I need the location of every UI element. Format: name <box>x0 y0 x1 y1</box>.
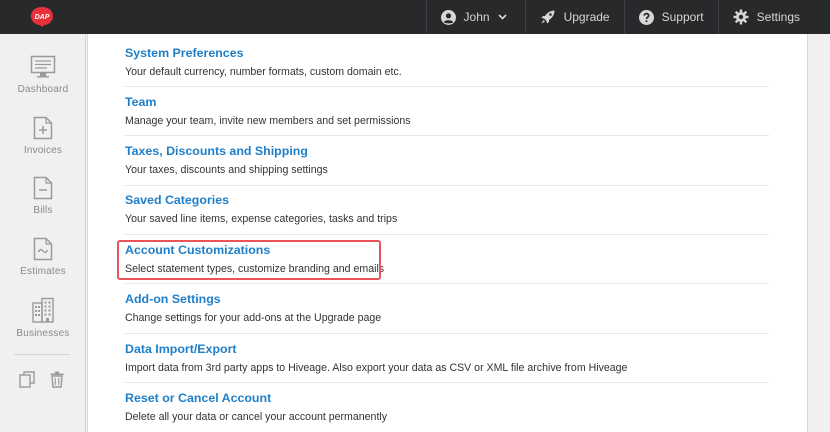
sidebar: Dashboard Invoices Bills Estimates Busin… <box>0 34 86 432</box>
section-title[interactable]: Saved Categories <box>125 193 229 207</box>
right-gutter <box>808 34 830 432</box>
section-description: Your taxes, discounts and shipping setti… <box>125 164 328 176</box>
sidebar-item-label: Bills <box>33 205 53 216</box>
section-title[interactable]: Reset or Cancel Account <box>125 391 271 405</box>
help-icon <box>638 9 654 25</box>
chevron-down-icon <box>498 14 507 20</box>
settings-row-data-import-export[interactable]: Data Import/Export Import data from 3rd … <box>125 334 769 383</box>
sidebar-item-label: Dashboard <box>17 84 69 95</box>
sidebar-item-label: Invoices <box>23 145 63 156</box>
sidebar-item-bills[interactable]: Bills <box>0 176 86 216</box>
trash-icon <box>50 371 64 388</box>
sidebar-item-label: Estimates <box>20 266 66 277</box>
user-name: John <box>463 10 490 24</box>
svg-text:DAP: DAP <box>35 14 50 21</box>
settings-row-reset-cancel[interactable]: Reset or Cancel Account Delete all your … <box>125 383 769 432</box>
top-bar: DAP John Upgrade Support Settings <box>0 0 830 34</box>
section-title[interactable]: Data Import/Export <box>125 342 237 356</box>
section-title[interactable]: Taxes, Discounts and Shipping <box>125 144 308 158</box>
section-description: Your default currency, number formats, c… <box>125 66 402 78</box>
section-description: Change settings for your add-ons at the … <box>125 312 382 324</box>
sidebar-item-invoices[interactable]: Invoices <box>0 116 86 156</box>
invoice-icon <box>33 116 53 140</box>
settings-row-team[interactable]: Team Manage your team, invite new member… <box>125 87 769 136</box>
section-title[interactable]: Add-on Settings <box>125 292 221 306</box>
section-description: Your saved line items, expense categorie… <box>125 213 398 225</box>
copy-icon <box>19 371 35 388</box>
section-description: Delete all your data or cancel your acco… <box>125 411 388 423</box>
app-logo[interactable]: DAP <box>30 6 54 28</box>
user-avatar-icon <box>440 9 456 25</box>
upgrade-label: Upgrade <box>563 10 610 24</box>
sidebar-item-businesses[interactable]: Businesses <box>0 297 86 339</box>
section-title[interactable]: System Preferences <box>125 46 243 60</box>
settings-row-taxes[interactable]: Taxes, Discounts and Shipping Your taxes… <box>125 136 769 186</box>
support-link[interactable]: Support <box>623 0 718 34</box>
settings-link[interactable]: Settings <box>717 0 830 34</box>
sidebar-item-dashboard[interactable]: Dashboard <box>0 55 86 95</box>
copy-button[interactable] <box>19 371 35 393</box>
user-menu[interactable]: John <box>425 0 525 34</box>
settings-row-addon-settings[interactable]: Add-on Settings Change settings for your… <box>125 284 769 334</box>
support-label: Support <box>661 10 704 24</box>
section-description: Manage your team, invite new members and… <box>125 115 411 127</box>
rocket-icon <box>541 10 555 24</box>
settings-panel: System Preferences Your default currency… <box>87 34 808 432</box>
upgrade-link[interactable]: Upgrade <box>524 0 624 34</box>
section-description: Import data from 3rd party apps to Hivea… <box>125 362 628 374</box>
sidebar-item-estimates[interactable]: Estimates <box>0 237 86 277</box>
bill-icon <box>33 176 53 200</box>
settings-row-saved-categories[interactable]: Saved Categories Your saved line items, … <box>125 186 769 235</box>
sidebar-divider <box>14 354 70 355</box>
gear-icon <box>733 9 749 25</box>
monitor-icon <box>30 55 56 78</box>
highlight-box <box>117 240 381 280</box>
settings-label: Settings <box>756 10 800 24</box>
sidebar-item-label: Businesses <box>16 328 70 339</box>
estimate-icon <box>33 237 53 261</box>
building-icon <box>32 297 54 323</box>
settings-row-system-preferences[interactable]: System Preferences Your default currency… <box>125 34 769 87</box>
section-title[interactable]: Team <box>125 95 156 109</box>
delete-button[interactable] <box>50 371 64 393</box>
